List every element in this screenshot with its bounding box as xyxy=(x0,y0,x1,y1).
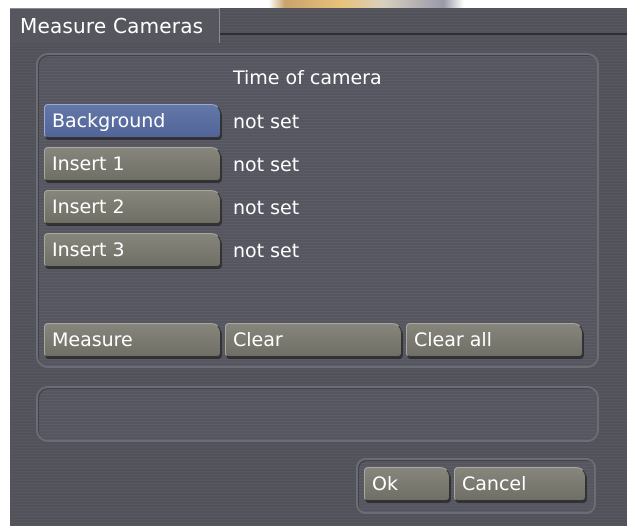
insert-1-button[interactable]: Insert 1 xyxy=(44,147,221,181)
cancel-button[interactable]: Cancel xyxy=(454,467,586,501)
title-divider xyxy=(220,33,627,35)
insert-2-time-value: not set xyxy=(233,197,300,219)
ok-button[interactable]: Ok xyxy=(364,467,450,501)
insert-3-time-value: not set xyxy=(233,240,300,262)
status-panel xyxy=(36,386,599,442)
clear-button[interactable]: Clear xyxy=(225,323,402,357)
background-strip xyxy=(220,0,627,8)
insert-3-button[interactable]: Insert 3 xyxy=(44,233,221,267)
dialog-title: Measure Cameras xyxy=(20,14,204,38)
background-button[interactable]: Background xyxy=(44,104,221,138)
clear-all-button[interactable]: Clear all xyxy=(406,323,583,357)
insert-2-button[interactable]: Insert 2 xyxy=(44,190,221,224)
column-header-time-of-camera: Time of camera xyxy=(233,67,382,89)
measure-button[interactable]: Measure xyxy=(44,323,221,357)
background-time-value: not set xyxy=(233,111,300,133)
insert-1-time-value: not set xyxy=(233,154,300,176)
